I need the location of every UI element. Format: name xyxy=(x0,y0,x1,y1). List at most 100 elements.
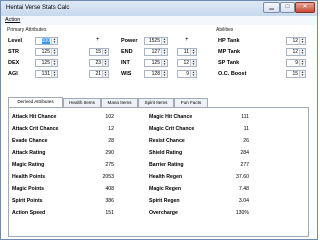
menu-bar: Action xyxy=(1,16,317,25)
magic-crit-chance-value: 11 xyxy=(243,126,249,132)
spin-arrows-icon[interactable]: ▲ ▼ xyxy=(51,49,57,55)
spin-arrows-icon[interactable]: ▲ ▼ xyxy=(161,71,167,77)
minimize-icon: ▁ xyxy=(269,4,274,10)
int-input[interactable]: 125 ▲ ▼ xyxy=(144,59,168,67)
resist-chance-label: Resist Chance xyxy=(149,138,185,144)
tab-health-items[interactable]: Health Items xyxy=(63,98,101,107)
evade-chance-value: 28 xyxy=(108,138,114,144)
spin-arrows-icon[interactable]: ▲ ▼ xyxy=(51,38,57,44)
agi-bonus-input[interactable]: 21 ▲ ▼ xyxy=(89,70,109,78)
level-input[interactable]: 100 ▲ ▼ xyxy=(35,37,58,45)
dex-bonus-input[interactable]: 23 ▲ ▼ xyxy=(89,59,109,67)
attack-rating-value: 290 xyxy=(105,150,114,156)
end-bonus-input[interactable]: 11 ▲ ▼ xyxy=(177,48,197,56)
str-label: STR xyxy=(8,49,19,55)
health-points-value: 2053 xyxy=(102,174,114,180)
close-button[interactable]: ✕ xyxy=(295,2,315,13)
shield-rating-label: Shield Rating xyxy=(149,150,183,156)
action-speed-value: 151 xyxy=(105,210,114,216)
level-plus: + xyxy=(96,37,100,43)
magic-regen-label: Magic Regen xyxy=(149,186,181,192)
health-regen-label: Health Regen xyxy=(149,174,183,180)
overcharge-value: 130% xyxy=(235,210,249,216)
spin-arrows-icon[interactable]: ▲ ▼ xyxy=(190,60,196,66)
abilities-label: Abilities xyxy=(216,27,234,33)
spin-arrows-icon[interactable]: ▲ ▼ xyxy=(299,49,305,55)
spin-arrows-icon[interactable]: ▲ ▼ xyxy=(51,71,57,77)
attack-rating-label: Attack Rating xyxy=(12,150,46,156)
power-label: Power xyxy=(121,38,138,44)
action-speed-label: Action Speed xyxy=(12,210,46,216)
evade-chance-label: Evade Chance xyxy=(12,138,48,144)
magic-rating-value: 275 xyxy=(105,162,114,168)
menu-action[interactable]: Action xyxy=(5,17,20,23)
int-label: INT xyxy=(121,60,130,66)
spirit-regen-value: 3.04 xyxy=(238,198,249,204)
wis-bonus-input[interactable]: 9 ▲ ▼ xyxy=(177,70,197,78)
attack-crit-chance-value: 12 xyxy=(108,126,114,132)
mp-tank-input[interactable]: 12 ▲ ▼ xyxy=(286,48,306,56)
oc-boost-label: O.C. Boost xyxy=(218,71,247,77)
title-bar[interactable]: Hentai Verse Stats Calc ▁ □ ✕ xyxy=(1,1,317,16)
spin-arrows-icon[interactable]: ▲ ▼ xyxy=(299,60,305,66)
spin-arrows-icon[interactable]: ▲ ▼ xyxy=(102,71,108,77)
power-plus: + xyxy=(185,37,189,43)
attack-hit-chance-value: 102 xyxy=(105,114,114,120)
tab-fun-facts[interactable]: Fun Facts xyxy=(174,98,208,107)
agi-label: AGI xyxy=(8,71,18,77)
tab-mana-items[interactable]: Mana Items xyxy=(101,98,138,107)
health-regen-value: 37.60 xyxy=(236,174,249,180)
close-icon: ✕ xyxy=(302,4,308,10)
wis-label: WIS xyxy=(121,71,132,77)
sp-tank-input[interactable]: 9 ▲ ▼ xyxy=(286,59,306,67)
tab-strip: Derived Attributes Health Items Mana Ite… xyxy=(8,97,308,108)
maximize-button[interactable]: □ xyxy=(280,2,295,13)
hp-tank-input[interactable]: 12 ▲ ▼ xyxy=(286,37,306,45)
minimize-button[interactable]: ▁ xyxy=(263,2,280,13)
int-bonus-input[interactable]: 12 ▲ ▼ xyxy=(177,59,197,67)
shield-rating-value: 284 xyxy=(240,150,249,156)
str-bonus-input[interactable]: 15 ▲ ▼ xyxy=(89,48,109,56)
spin-arrows-icon[interactable]: ▲ ▼ xyxy=(102,60,108,66)
magic-hit-chance-value: 111 xyxy=(241,114,249,120)
magic-regen-value: 7.48 xyxy=(238,186,249,192)
magic-crit-chance-label: Magic Crit Chance xyxy=(149,126,195,132)
spin-arrows-icon[interactable]: ▲ ▼ xyxy=(190,71,196,77)
end-input[interactable]: 127 ▲ ▼ xyxy=(144,48,168,56)
spin-arrows-icon[interactable]: ▲ ▼ xyxy=(299,71,305,77)
magic-hit-chance-label: Magic Hit Chance xyxy=(149,114,193,120)
agi-input[interactable]: 131 ▲ ▼ xyxy=(35,70,58,78)
app-window: Hentai Verse Stats Calc ▁ □ ✕ Action Pri… xyxy=(0,0,318,240)
spin-arrows-icon[interactable]: ▲ ▼ xyxy=(190,49,196,55)
derived-attributes-panel: Attack Hit Chance 102 Attack Crit Chance… xyxy=(8,107,309,237)
end-label: END xyxy=(121,49,133,55)
str-input[interactable]: 125 ▲ ▼ xyxy=(35,48,58,56)
sp-tank-label: SP Tank xyxy=(218,60,240,66)
spin-arrows-icon[interactable]: ▲ ▼ xyxy=(161,49,167,55)
tab-spirit-items[interactable]: Spirit Items xyxy=(138,98,174,107)
spin-arrows-icon[interactable]: ▲ ▼ xyxy=(299,38,305,44)
primary-attributes-label: Primary Attributes xyxy=(7,27,47,33)
resist-chance-value: 26 xyxy=(243,138,249,144)
oc-boost-input[interactable]: 15 ▲ ▼ xyxy=(286,70,306,78)
spin-arrows-icon[interactable]: ▲ ▼ xyxy=(161,60,167,66)
barrier-rating-value: 277 xyxy=(240,162,249,168)
maximize-icon: □ xyxy=(285,4,290,10)
power-input[interactable]: 1525 ▲ ▼ xyxy=(144,37,168,45)
health-points-label: Health Points xyxy=(12,174,46,180)
hp-tank-label: HP Tank xyxy=(218,38,240,44)
dex-input[interactable]: 125 ▲ ▼ xyxy=(35,59,58,67)
spirit-points-value: 386 xyxy=(105,198,114,204)
spirit-points-label: Spirit Points xyxy=(12,198,43,204)
magic-points-value: 408 xyxy=(105,186,114,192)
wis-input[interactable]: 128 ▲ ▼ xyxy=(144,70,168,78)
spirit-regen-label: Spirit Regen xyxy=(149,198,180,204)
spin-arrows-icon[interactable]: ▲ ▼ xyxy=(102,49,108,55)
resize-grip-icon[interactable]: ⋰ xyxy=(307,229,313,236)
spin-arrows-icon[interactable]: ▲ ▼ xyxy=(51,60,57,66)
mp-tank-label: MP Tank xyxy=(218,49,241,55)
window-title: Hentai Verse Stats Calc xyxy=(6,5,70,11)
spin-arrows-icon[interactable]: ▲ ▼ xyxy=(161,38,167,44)
client-area: Primary Attributes Abilities Level 100 ▲ ▼… xyxy=(3,26,315,238)
attack-hit-chance-label: Attack Hit Chance xyxy=(12,114,57,120)
